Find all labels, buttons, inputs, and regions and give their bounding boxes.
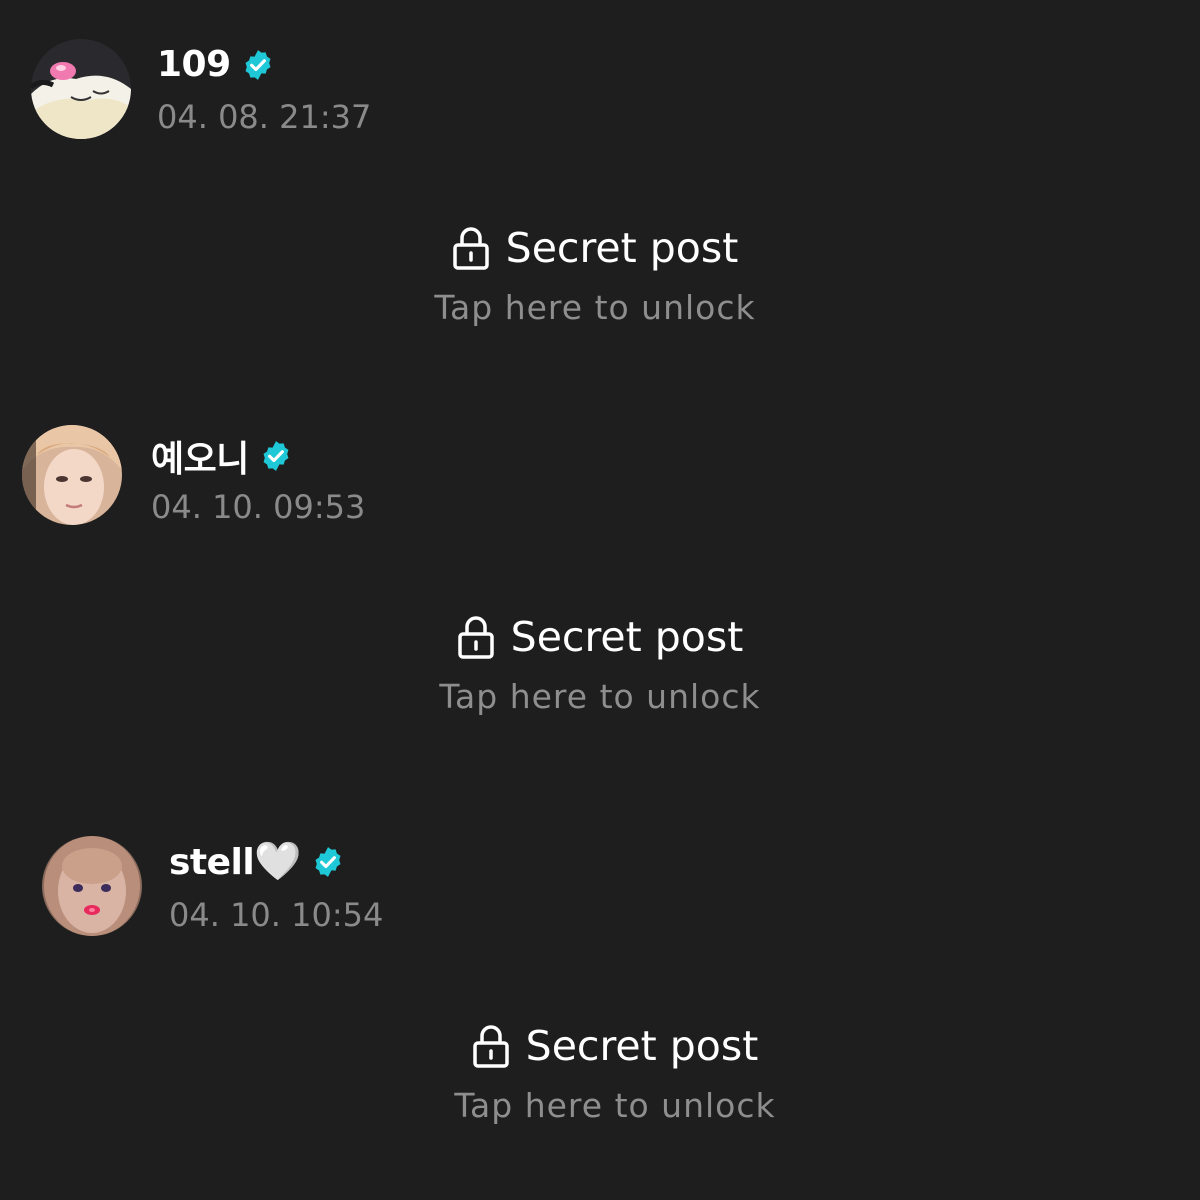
secret-post-title: Secret post bbox=[0, 1022, 1200, 1070]
post-timestamp: 04. 10. 10:54 bbox=[169, 896, 384, 934]
verified-badge-icon bbox=[311, 845, 345, 879]
lock-icon bbox=[472, 1024, 510, 1068]
post-feed: 109 04. 08. 21:37 Secret post Tap here t… bbox=[0, 0, 1200, 1200]
secret-post-unlock[interactable]: Secret post Tap here to unlock bbox=[0, 1022, 1200, 1125]
author-name-text: stell🤍 bbox=[169, 839, 302, 883]
secret-post-title-text: Secret post bbox=[525, 1022, 759, 1070]
avatar[interactable] bbox=[42, 836, 142, 936]
tap-to-unlock-text: Tap here to unlock bbox=[454, 1086, 776, 1125]
post-item: stell🤍 04. 10. 10:54 Secret post Tap her… bbox=[0, 0, 1200, 1200]
author-name[interactable]: stell🤍 bbox=[169, 839, 345, 884]
white-heart-emoji: 🤍 bbox=[254, 839, 302, 883]
